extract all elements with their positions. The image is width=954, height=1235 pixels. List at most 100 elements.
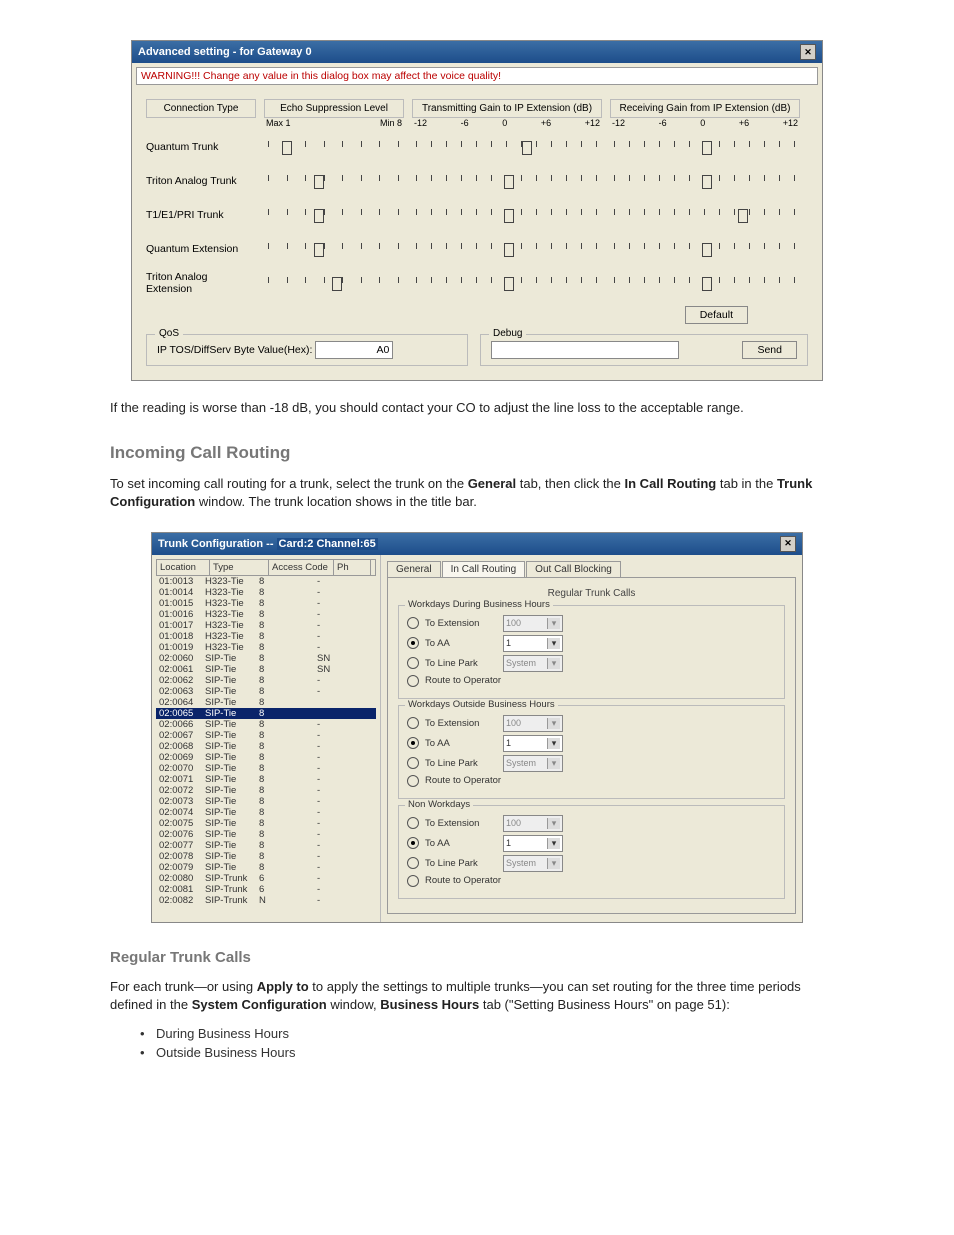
radio-ext[interactable] — [407, 617, 419, 629]
header-rx: Receiving Gain from IP Extension (dB) — [610, 99, 800, 118]
table-row[interactable]: 02:0079SIP-Tie8- — [156, 862, 376, 873]
combo-aa[interactable]: 1▾ — [503, 835, 563, 852]
table-row[interactable]: 02:0080SIP-Trunk6- — [156, 873, 376, 884]
dialog2-titlebar[interactable]: Trunk Configuration -- Card:2 Channel:65… — [152, 533, 802, 555]
close-icon[interactable]: ✕ — [800, 44, 816, 60]
list-item: During Business Hours — [140, 1026, 899, 1041]
table-row[interactable]: 02:0062SIP-Tie8- — [156, 675, 376, 686]
table-row[interactable]: 02:0068SIP-Tie8- — [156, 741, 376, 752]
close-icon[interactable]: ✕ — [780, 536, 796, 552]
table-row[interactable]: 02:0065SIP-Tie8 — [156, 708, 376, 719]
combo-aa[interactable]: 1▾ — [503, 635, 563, 652]
radio-aa[interactable] — [407, 837, 419, 849]
table-row[interactable]: 02:0066SIP-Tie8- — [156, 719, 376, 730]
combo-aa[interactable]: 1▾ — [503, 735, 563, 752]
qos-input[interactable] — [315, 341, 393, 359]
table-row[interactable]: 02:0081SIP-Trunk6- — [156, 884, 376, 895]
radio-operator[interactable] — [407, 775, 419, 787]
warning-text: WARNING!!! Change any value in this dial… — [136, 67, 818, 85]
echo-slider[interactable] — [264, 130, 404, 164]
rx-slider[interactable] — [610, 164, 800, 198]
row-label: Quantum Trunk — [146, 130, 256, 164]
debug-legend: Debug — [489, 328, 526, 339]
table-row[interactable]: 02:0075SIP-Tie8- — [156, 818, 376, 829]
list-item: Outside Business Hours — [140, 1045, 899, 1060]
in-call-routing-panel: Regular Trunk Calls Workdays During Busi… — [387, 577, 796, 914]
table-row[interactable]: 01:0013H323-Tie8- — [156, 576, 376, 587]
table-row[interactable]: 02:0072SIP-Tie8- — [156, 785, 376, 796]
header-conn-type: Connection Type — [146, 99, 256, 118]
radio-ext[interactable] — [407, 717, 419, 729]
radio-operator[interactable] — [407, 875, 419, 887]
table-row[interactable]: 01:0014H323-Tie8- — [156, 587, 376, 598]
table-row[interactable]: 02:0078SIP-Tie8- — [156, 851, 376, 862]
rx-scale: -12-60+6+12 — [610, 118, 800, 128]
rx-slider[interactable] — [610, 266, 800, 300]
qos-label: IP TOS/DiffServ Byte Value(Hex): — [157, 344, 312, 356]
default-button[interactable]: Default — [685, 306, 748, 324]
table-row[interactable]: 01:0018H323-Tie8- — [156, 631, 376, 642]
table-row[interactable]: 02:0067SIP-Tie8- — [156, 730, 376, 741]
header-tx: Transmitting Gain to IP Extension (dB) — [412, 99, 602, 118]
echo-slider[interactable] — [264, 198, 404, 232]
para-regular-trunk: For each trunk—or using Apply to to appl… — [110, 978, 844, 1014]
row-label: Triton Analog Trunk — [146, 164, 256, 198]
tx-scale: -12-60+6+12 — [412, 118, 602, 128]
radio-aa[interactable] — [407, 737, 419, 749]
table-row[interactable]: 02:0064SIP-Tie8 — [156, 697, 376, 708]
send-button[interactable]: Send — [742, 341, 797, 359]
table-row[interactable]: 02:0060SIP-Tie8SN — [156, 653, 376, 664]
tx-slider[interactable] — [412, 130, 602, 164]
rx-slider[interactable] — [610, 198, 800, 232]
table-row[interactable]: 02:0074SIP-Tie8- — [156, 807, 376, 818]
radio-aa[interactable] — [407, 637, 419, 649]
list-header: Location Type Access Code Ph — [156, 559, 376, 576]
echo-slider[interactable] — [264, 164, 404, 198]
echo-max: Min 8 — [380, 118, 402, 128]
row-label: T1/E1/PRI Trunk — [146, 198, 256, 232]
table-row[interactable]: 01:0016H323-Tie8- — [156, 609, 376, 620]
table-row[interactable]: 02:0073SIP-Tie8- — [156, 796, 376, 807]
radio-operator[interactable] — [407, 675, 419, 687]
combo-line: System▾ — [503, 655, 563, 672]
table-row[interactable]: 02:0063SIP-Tie8- — [156, 686, 376, 697]
tx-slider[interactable] — [412, 198, 602, 232]
table-row[interactable]: 01:0019H323-Tie8- — [156, 642, 376, 653]
dialog2-title: Trunk Configuration -- Card:2 Channel:65 — [158, 538, 378, 550]
tx-slider[interactable] — [412, 164, 602, 198]
echo-slider[interactable] — [264, 232, 404, 266]
header-echo: Echo Suppression Level — [264, 99, 404, 118]
echo-slider[interactable] — [264, 266, 404, 300]
table-row[interactable]: 01:0017H323-Tie8- — [156, 620, 376, 631]
dialog-titlebar[interactable]: Advanced setting - for Gateway 0 ✕ — [132, 41, 822, 63]
dialog-title: Advanced setting - for Gateway 0 — [138, 46, 312, 58]
trunk-list[interactable]: Location Type Access Code Ph 01:0013H323… — [152, 555, 381, 922]
trunk-config-dialog: Trunk Configuration -- Card:2 Channel:65… — [151, 532, 803, 923]
combo-ext: 100▾ — [503, 615, 563, 632]
debug-input[interactable] — [491, 341, 679, 359]
rx-slider[interactable] — [610, 232, 800, 266]
radio-line[interactable] — [407, 757, 419, 769]
table-row[interactable]: 01:0015H323-Tie8- — [156, 598, 376, 609]
rx-slider[interactable] — [610, 130, 800, 164]
table-row[interactable]: 02:0076SIP-Tie8- — [156, 829, 376, 840]
table-row[interactable]: 02:0069SIP-Tie8- — [156, 752, 376, 763]
para-incoming: To set incoming call routing for a trunk… — [110, 475, 844, 511]
section-title: Regular Trunk Calls — [398, 588, 785, 599]
table-row[interactable]: 02:0070SIP-Tie8- — [156, 763, 376, 774]
radio-line[interactable] — [407, 857, 419, 869]
radio-ext[interactable] — [407, 817, 419, 829]
tx-slider[interactable] — [412, 266, 602, 300]
table-row[interactable]: 02:0061SIP-Tie8SN — [156, 664, 376, 675]
table-row[interactable]: 02:0082SIP-TrunkN- — [156, 895, 376, 906]
tx-slider[interactable] — [412, 232, 602, 266]
table-row[interactable]: 02:0077SIP-Tie8- — [156, 840, 376, 851]
tab-general[interactable]: General — [387, 561, 441, 577]
tab-out-call-blocking[interactable]: Out Call Blocking — [526, 561, 621, 577]
table-row[interactable]: 02:0071SIP-Tie8- — [156, 774, 376, 785]
radio-line[interactable] — [407, 657, 419, 669]
advanced-setting-dialog: Advanced setting - for Gateway 0 ✕ WARNI… — [131, 40, 823, 381]
echo-min: Max 1 — [266, 118, 291, 128]
tab-in-call-routing[interactable]: In Call Routing — [442, 561, 526, 577]
qos-legend: QoS — [155, 328, 183, 339]
